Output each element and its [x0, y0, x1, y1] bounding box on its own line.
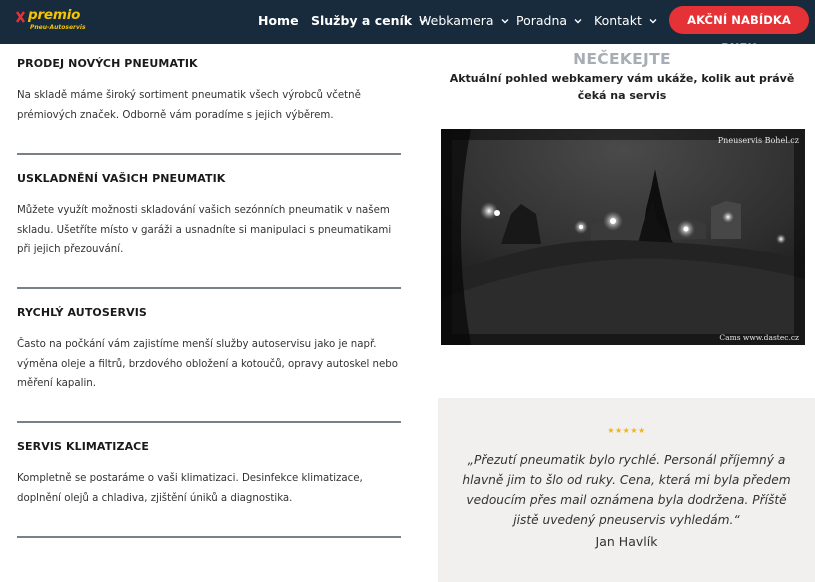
review-quote: „Přezutí pneumatik bylo rychlé. Personál… — [462, 453, 791, 527]
service-block-uskladneni: USKLADNĚNÍ VAŠICH PNEUMATIK Můžete využí… — [17, 172, 401, 260]
nav-item-kontakt[interactable]: Kontakt — [594, 13, 657, 28]
logo-text: premio — [28, 7, 81, 23]
nav-item-label: Home — [258, 13, 299, 28]
logo-subtext: Pneu-Autoservis — [30, 24, 86, 31]
service-title: RYCHLÝ AUTOSERVIS — [17, 306, 147, 319]
service-text: Kompletně se postaráme o vaši klimatizac… — [17, 473, 363, 504]
nav-item-label: Služby a ceník — [311, 13, 413, 28]
service-text: Často na počkání vám zajistíme menší slu… — [17, 339, 398, 389]
webcam-heading: NEČEKEJTE — [573, 50, 671, 68]
service-block-autoservis: RYCHLÝ AUTOSERVIS Často na počkání vám z… — [17, 306, 401, 394]
nav-item-label: Kontakt — [594, 13, 642, 28]
chevron-down-icon — [574, 18, 582, 23]
rating-stars: ★★★★★ — [607, 426, 646, 435]
chevron-down-icon — [501, 18, 509, 23]
nav-item-label: Poradna — [516, 13, 568, 28]
section-divider — [17, 536, 401, 538]
webcam-image[interactable]: Pneuservis Bohel.cz Cams www.dastec.cz — [441, 129, 805, 345]
webcam-scene — [441, 129, 805, 345]
service-title: PRODEJ NOVÝCH PNEUMATIK — [17, 57, 198, 70]
service-text: Na skladě máme široký sortiment pneumati… — [17, 90, 361, 121]
review-card: ★★★★★ „Přezutí pneumatik bylo rychlé. Pe… — [438, 398, 815, 582]
section-divider — [17, 153, 401, 155]
nav-item-home[interactable]: Home — [258, 13, 299, 28]
service-text: Můžete využít možnosti skladování vašich… — [17, 205, 392, 255]
nav-item-poradna[interactable]: Poradna — [516, 13, 582, 28]
premio-logo[interactable]: premio Pneu-Autoservis — [16, 7, 86, 34]
nav-item-label: Webkamera — [419, 13, 494, 28]
service-block-prodej: PRODEJ NOVÝCH PNEUMATIK Na skladě máme š… — [17, 57, 401, 125]
chevron-down-icon — [649, 18, 657, 23]
akcni-nabidka-button[interactable]: AKČNÍ NABÍDKA PNEU — [669, 6, 809, 55]
webcam-subheading: Aktuální pohled webkamery vám ukáže, kol… — [449, 72, 795, 102]
review-author: Jan Havlík — [595, 534, 658, 549]
nav-item-webkamera[interactable]: Webkamera — [419, 13, 509, 28]
service-title: SERVIS KLIMATIZACE — [17, 440, 149, 453]
nav-item-sluzby[interactable]: Služby a ceník — [311, 13, 427, 28]
webcam-label-bottom: Cams www.dastec.cz — [719, 333, 799, 342]
top-navbar: premio Pneu-Autoservis Home Služby a cen… — [0, 0, 815, 55]
webcam-label-top: Pneuservis Bohel.cz — [717, 136, 799, 145]
service-title: USKLADNĚNÍ VAŠICH PNEUMATIK — [17, 172, 226, 185]
section-divider — [17, 421, 401, 423]
service-block-klimatizace: SERVIS KLIMATIZACE Kompletně se postarám… — [17, 440, 401, 508]
section-divider — [17, 287, 401, 289]
